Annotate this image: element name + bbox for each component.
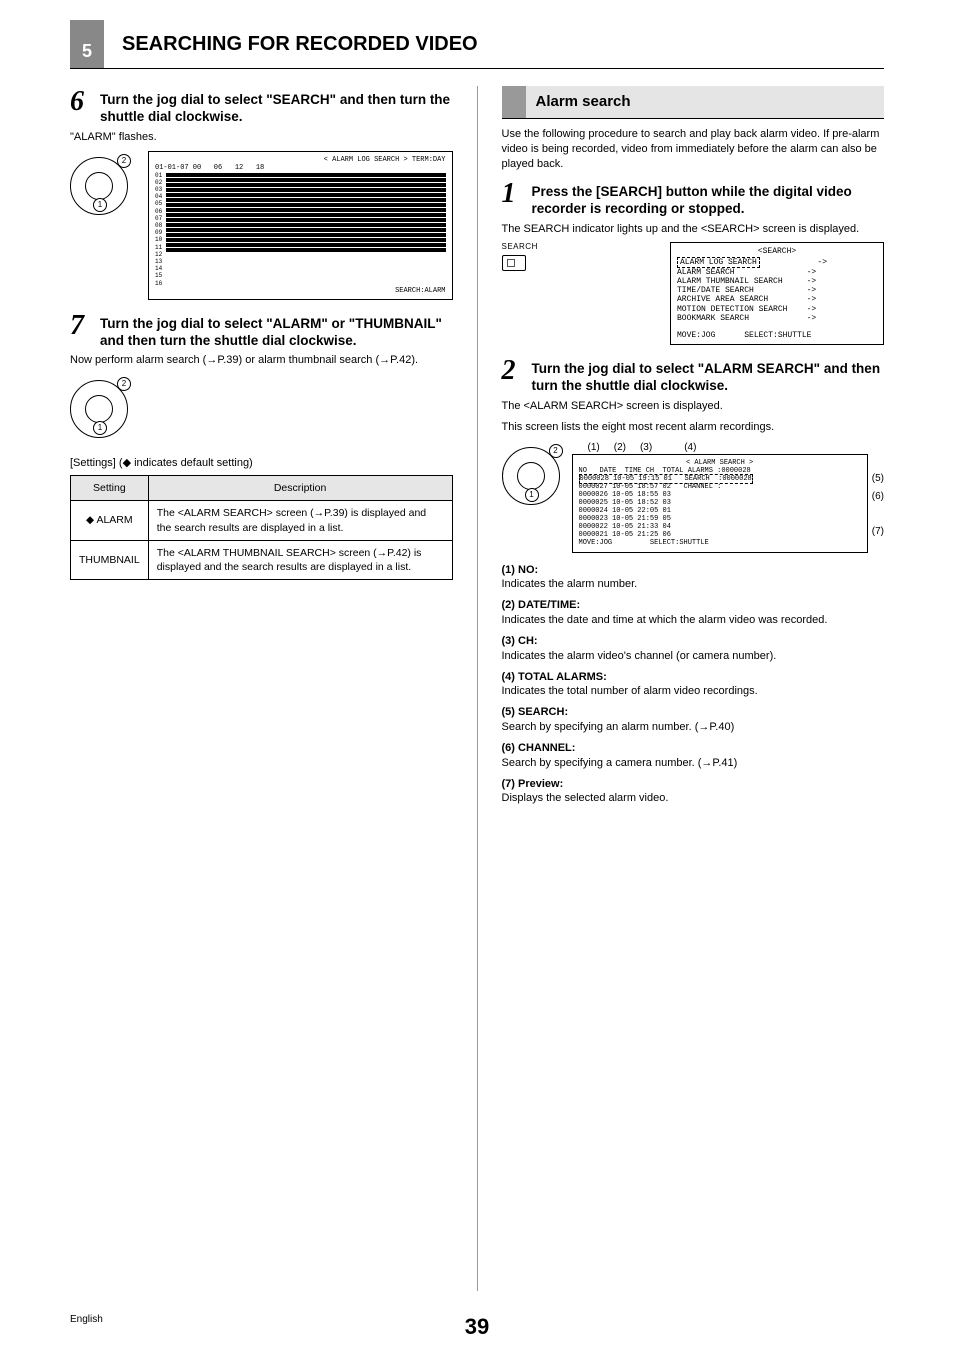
step-number: 7: [70, 310, 100, 350]
jog-dial-illustration: 2 1: [502, 447, 560, 505]
settings-table: Setting Description ◆ ALARM The <ALARM S…: [70, 475, 453, 580]
step-2: 2 Turn the jog dial to select "ALARM SEA…: [502, 355, 885, 395]
jog-dial-illustration: 2 1: [70, 380, 128, 438]
step-title: Turn the jog dial to select "SEARCH" and…: [100, 86, 453, 126]
table-row: THUMBNAIL The <ALARM THUMBNAIL SEARCH> s…: [71, 540, 453, 579]
step-title: Press the [SEARCH] button while the digi…: [532, 178, 885, 218]
footer-language: English: [70, 1314, 103, 1325]
osd-alarm-log-search: < ALARM LOG SEARCH > TERM:DAY 01-01-07 0…: [148, 151, 453, 300]
callout-2-icon: 2: [549, 444, 563, 458]
left-column: 6 Turn the jog dial to select "SEARCH" a…: [70, 86, 453, 1291]
settings-caption: [Settings] (◆ indicates default setting): [70, 456, 453, 471]
callout-1-icon: 1: [93, 198, 107, 212]
osd-alarm-search: < ALARM SEARCH > NO DATE TIME CH TOTAL A…: [572, 454, 868, 553]
callout-1-icon: 1: [93, 421, 107, 435]
search-indicator-label: SEARCH: [502, 242, 538, 253]
osd-row-index: 01020304 05060708 09101112 13141516: [155, 172, 162, 287]
section-heading: Alarm search: [502, 86, 885, 119]
page-header: 5 SEARCHING FOR RECORDED VIDEO: [70, 20, 884, 69]
column-divider: [477, 86, 478, 1291]
step-title: Turn the jog dial to select "ALARM SEARC…: [532, 355, 885, 395]
top-callouts: (1) (2) (3) (4): [588, 441, 885, 455]
step-6: 6 Turn the jog dial to select "SEARCH" a…: [70, 86, 453, 126]
step-2-note-2: This screen lists the eight most recent …: [502, 420, 885, 435]
step-title: Turn the jog dial to select "ALARM" or "…: [100, 310, 453, 350]
right-column: Alarm search Use the following procedure…: [502, 86, 885, 1291]
page-number: 39: [465, 1314, 489, 1340]
timeline-bars: [166, 172, 445, 287]
callout-2-icon: 2: [117, 154, 131, 168]
table-head-desc: Description: [148, 476, 452, 501]
callout-2-icon: 2: [117, 377, 131, 391]
chapter-number: 5: [70, 20, 104, 68]
step-7: 7 Turn the jog dial to select "ALARM" or…: [70, 310, 453, 350]
osd-search-menu: <SEARCH> ALARM LOG SEARCH -> ALARM SEARC…: [670, 242, 884, 345]
table-row: ◆ ALARM The <ALARM SEARCH> screen (→P.39…: [71, 501, 453, 540]
step-2-note-1: The <ALARM SEARCH> screen is displayed.: [502, 399, 885, 414]
step-1: 1 Press the [SEARCH] button while the di…: [502, 178, 885, 218]
step-1-note: The SEARCH indicator lights up and the <…: [502, 222, 885, 237]
step-6-figures: 2 1 < ALARM LOG SEARCH > TERM:DAY 01-01-…: [70, 151, 453, 300]
table-head-setting: Setting: [71, 476, 149, 501]
jog-dial-illustration: 2 1: [70, 157, 128, 215]
step-6-note: "ALARM" flashes.: [70, 130, 453, 145]
definitions-list: (1) NO:Indicates the alarm number. (2) D…: [502, 563, 885, 807]
step-7-note: Now perform alarm search (→P.39) or alar…: [70, 353, 453, 368]
side-callouts: (5) (6) (7): [872, 454, 884, 553]
step-7-figure: 2 1: [70, 374, 453, 438]
step-1-figure: SEARCH <SEARCH> ALARM LOG SEARCH -> ALAR…: [502, 242, 885, 345]
section-intro: Use the following procedure to search an…: [502, 127, 885, 172]
chapter-title: SEARCHING FOR RECORDED VIDEO: [122, 20, 478, 68]
step-number: 2: [502, 355, 532, 395]
step-number: 6: [70, 86, 100, 126]
step-number: 1: [502, 178, 532, 218]
callout-1-icon: 1: [525, 488, 539, 502]
step-2-figure: 2 1 (1) (2) (3) (4) < ALARM SEARCH >: [502, 441, 885, 553]
page-footer: English 39: [70, 1314, 884, 1325]
search-indicator-icon: [502, 255, 526, 271]
